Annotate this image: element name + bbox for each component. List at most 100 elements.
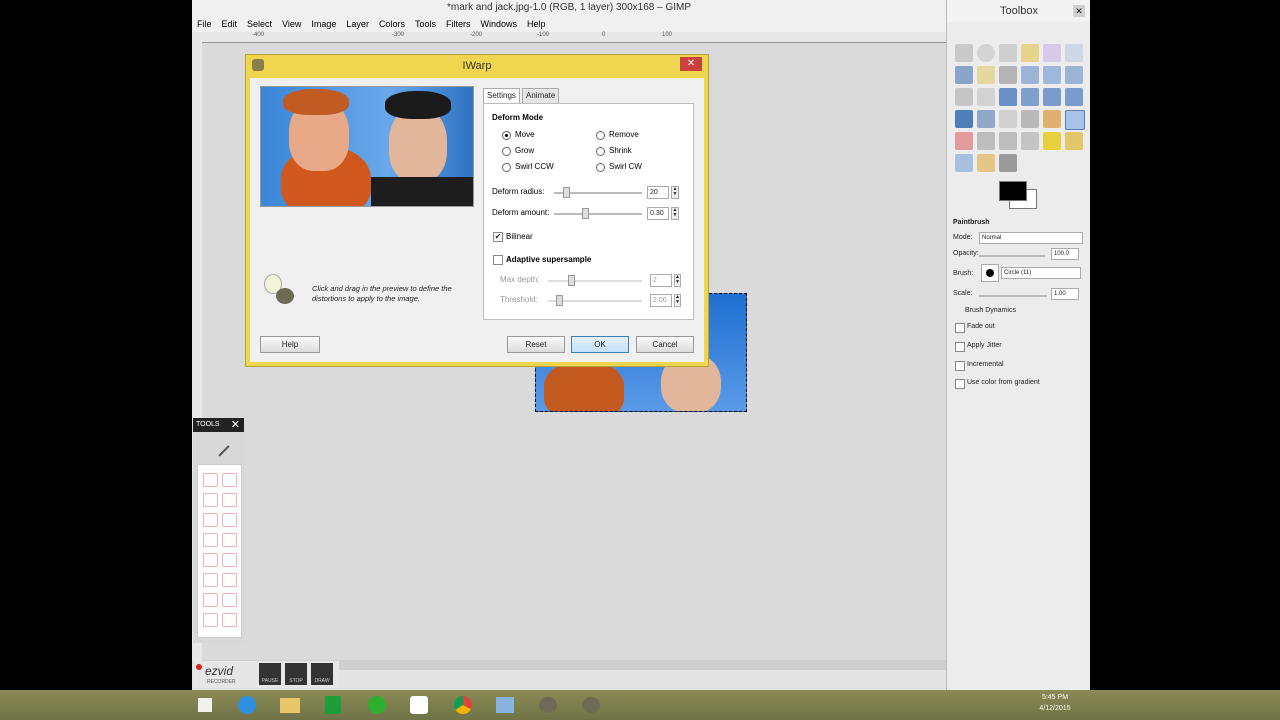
use-gradient-checkbox[interactable] <box>955 379 965 389</box>
foreground-color-swatch[interactable] <box>999 181 1027 201</box>
dodge-burn-icon[interactable] <box>999 154 1017 172</box>
max-depth-input[interactable]: 2 <box>650 274 672 287</box>
color-picker-icon[interactable] <box>999 66 1017 84</box>
brush-name[interactable]: Circle (11) <box>1001 267 1081 279</box>
deform-radius-handle[interactable] <box>563 187 570 198</box>
menu-tools[interactable]: Tools <box>410 16 441 32</box>
mode-shrink-radio[interactable] <box>596 147 605 156</box>
flip-icon[interactable] <box>955 110 973 128</box>
warp-preview[interactable] <box>260 86 474 207</box>
shear-icon[interactable] <box>1043 88 1061 106</box>
internet-explorer-icon[interactable] <box>230 693 264 717</box>
cancel-button[interactable]: Cancel <box>636 336 694 353</box>
airbrush-icon[interactable] <box>977 132 995 150</box>
fuzzy-select-icon[interactable] <box>1021 44 1039 62</box>
move-icon[interactable] <box>1065 66 1083 84</box>
thumbs-up-icon[interactable] <box>203 473 218 487</box>
menu-view[interactable]: View <box>277 16 306 32</box>
heal-icon[interactable] <box>1043 132 1061 150</box>
mode-swirl-ccw-label[interactable]: Swirl CCW <box>515 162 554 171</box>
arrow-left-icon[interactable] <box>203 493 218 507</box>
menu-filters[interactable]: Filters <box>441 16 476 32</box>
zoom-icon[interactable] <box>1021 66 1039 84</box>
mode-move-radio[interactable] <box>502 131 511 140</box>
scale-slider[interactable] <box>979 295 1047 297</box>
apply-jitter-checkbox[interactable] <box>955 342 965 352</box>
threshold-handle[interactable] <box>556 295 563 306</box>
tab-animate[interactable]: Animate <box>522 88 560 104</box>
menu-layer[interactable]: Layer <box>341 16 374 32</box>
help-button[interactable]: Help <box>260 336 320 353</box>
pencil-icon[interactable] <box>1043 110 1061 128</box>
stamp-icon[interactable] <box>222 593 237 607</box>
clone-icon[interactable] <box>1021 132 1039 150</box>
perspective-icon[interactable] <box>1065 88 1083 106</box>
gimp-taskbar-icon-2[interactable] <box>574 693 608 717</box>
scale-value[interactable]: 1.00 <box>1051 288 1079 300</box>
spreadsheet-icon[interactable] <box>316 693 350 717</box>
opacity-value[interactable]: 100.0 <box>1051 248 1079 260</box>
adaptive-supersample-label[interactable]: Adaptive supersample <box>506 255 591 264</box>
mode-grow-label[interactable]: Grow <box>515 146 534 155</box>
brush-tool-icon[interactable] <box>208 435 230 457</box>
lasso-icon[interactable] <box>999 44 1017 62</box>
photo-viewer-icon[interactable] <box>488 693 522 717</box>
mode-swirl-cw-radio[interactable] <box>596 163 605 172</box>
measure-icon[interactable] <box>1043 66 1061 84</box>
paths-icon[interactable] <box>977 66 995 84</box>
menu-windows[interactable]: Windows <box>475 16 522 32</box>
smudge-icon[interactable] <box>977 154 995 172</box>
deform-radius-input[interactable]: 20 <box>647 186 669 199</box>
brush-preview[interactable] <box>981 264 999 282</box>
paintbrush-icon[interactable] <box>1065 110 1085 130</box>
blur-icon[interactable] <box>955 154 973 172</box>
menu-select[interactable]: Select <box>242 16 277 32</box>
stamp-icon[interactable] <box>203 573 218 587</box>
chrome-icon[interactable] <box>445 693 479 717</box>
horizontal-ruler[interactable]: -400 -300 -200 -100 0 100 <box>192 32 946 43</box>
threshold-spinner-icon[interactable]: ▲ ▼ <box>674 294 681 307</box>
opacity-slider[interactable] <box>979 255 1045 257</box>
ftw-stamp-icon[interactable] <box>203 593 218 607</box>
stamp-icon[interactable] <box>222 613 237 627</box>
arrow-right-icon[interactable] <box>222 493 237 507</box>
scissors-icon[interactable] <box>1065 44 1083 62</box>
deform-amount-input[interactable]: 0.30 <box>647 207 669 220</box>
text-icon[interactable] <box>999 110 1017 128</box>
brush-dynamics-label[interactable]: Brush Dynamics <box>965 307 1016 314</box>
rainbow-icon[interactable] <box>203 533 218 547</box>
cage-icon[interactable] <box>977 110 995 128</box>
stamp-icon[interactable] <box>203 613 218 627</box>
toolbox-close-icon[interactable]: ✕ <box>1073 5 1085 17</box>
deform-radius-spinner-icon[interactable]: ▲ ▼ <box>671 186 679 199</box>
file-explorer-icon[interactable] <box>273 693 307 717</box>
fade-out-checkbox[interactable] <box>955 323 965 333</box>
bilinear-checkbox[interactable]: ✔ <box>493 232 503 242</box>
mode-swirl-ccw-radio[interactable] <box>502 163 511 172</box>
start-button[interactable] <box>190 693 220 717</box>
mode-select[interactable]: Normal <box>979 232 1083 244</box>
mode-remove-radio[interactable] <box>596 131 605 140</box>
align-icon[interactable] <box>955 88 973 106</box>
gimp-taskbar-icon[interactable] <box>531 693 565 717</box>
deform-amount-slider[interactable] <box>554 213 642 215</box>
scale-icon[interactable] <box>1021 88 1039 106</box>
stamp-icon[interactable] <box>222 573 237 587</box>
mode-move-label[interactable]: Move <box>515 130 535 139</box>
perspective-clone-icon[interactable] <box>1065 132 1083 150</box>
max-depth-spinner-icon[interactable]: ▲ ▼ <box>674 274 681 287</box>
fail-stamp-icon[interactable] <box>222 553 237 567</box>
spotify-icon[interactable] <box>359 693 393 717</box>
menu-image[interactable]: Image <box>306 16 341 32</box>
tab-settings[interactable]: Settings <box>483 88 520 104</box>
ellipse-select-icon[interactable] <box>977 44 995 62</box>
arrow-up-icon[interactable] <box>203 513 218 527</box>
system-clock[interactable]: 5:45 PM 4/12/2015 <box>1030 692 1080 714</box>
amazon-icon[interactable] <box>402 693 436 717</box>
smiley-icon[interactable] <box>203 553 218 567</box>
bucket-fill-icon[interactable] <box>1021 110 1039 128</box>
rotate-icon[interactable] <box>999 88 1017 106</box>
foreground-select-icon[interactable] <box>955 66 973 84</box>
menu-edit[interactable]: Edit <box>217 16 243 32</box>
reset-button[interactable]: Reset <box>507 336 565 353</box>
